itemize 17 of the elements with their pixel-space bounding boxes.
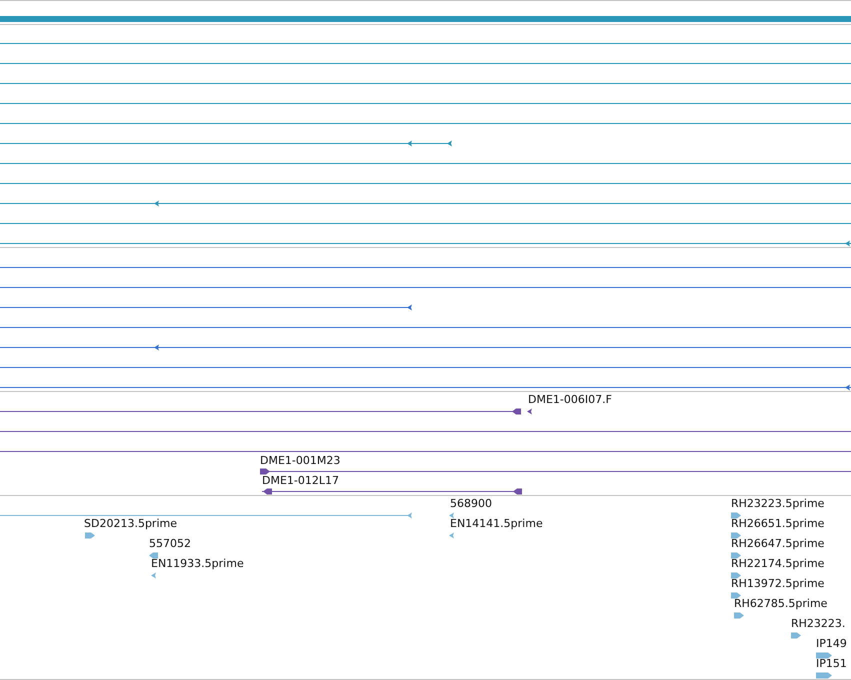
feature-label: EN11933.5prime — [151, 557, 244, 570]
feature-label: RH22174.5prime — [731, 557, 824, 570]
feature-label: RH26651.5prime — [731, 517, 824, 530]
feature-label: DME1-006I07.F — [528, 393, 612, 406]
feature-label: 557052 — [149, 537, 191, 550]
feature-label: DME1-001M23 — [260, 454, 340, 468]
feature-label: 568900 — [450, 497, 492, 510]
feature-label: RH26647.5prime — [731, 537, 824, 550]
feature-label: IP151 — [816, 657, 847, 670]
feature-label: RH62785.5prime — [734, 597, 828, 610]
feature-label: RH13972.5prime — [731, 577, 824, 590]
feature-label: IP149 — [816, 637, 847, 650]
feature-label: RH23223.5prime — [731, 497, 824, 510]
feature-label: EN14141.5prime — [450, 517, 543, 530]
feature-label: DME1-012L17 — [262, 474, 339, 488]
feature-label: SD20213.5prime — [84, 517, 177, 530]
feature-label: RH23223. — [791, 617, 846, 630]
